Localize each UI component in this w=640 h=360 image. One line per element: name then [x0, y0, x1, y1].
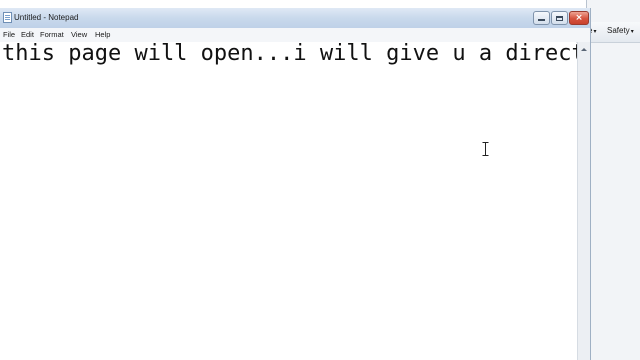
- window-title: Untitled - Notepad: [14, 13, 79, 22]
- ibeam-cursor-icon: [482, 142, 489, 156]
- safety-menu-label: Safety: [607, 26, 630, 35]
- safety-menu[interactable]: Safety▾: [607, 26, 634, 35]
- chevron-down-icon: ▾: [630, 29, 634, 35]
- text-editor-area[interactable]: this page will open...i will give u a di…: [0, 42, 587, 360]
- notepad-icon: [3, 12, 12, 23]
- minimize-button[interactable]: [533, 11, 550, 25]
- title-bar[interactable]: Untitled - Notepad ×: [0, 8, 590, 29]
- menu-file[interactable]: File: [3, 30, 15, 39]
- close-icon: ×: [575, 12, 583, 23]
- background-toolbar: e▾ Safety▾: [587, 22, 640, 43]
- vertical-scrollbar[interactable]: [577, 42, 590, 360]
- notepad-window: Untitled - Notepad × File Edit Format Vi…: [0, 8, 591, 360]
- menu-edit[interactable]: Edit: [21, 30, 34, 39]
- background-window: e▾ Safety▾: [586, 0, 640, 360]
- chevron-down-icon: ▾: [593, 29, 597, 35]
- arrow-up-icon: [581, 47, 587, 51]
- maximize-button[interactable]: [551, 11, 568, 25]
- desktop-screen: e▾ Safety▾ Untitled - Notepad × File Edi…: [0, 0, 640, 360]
- editor-text: this page will open...i will give u a di…: [2, 41, 585, 66]
- minimize-icon: [538, 19, 545, 21]
- close-button[interactable]: ×: [569, 11, 589, 25]
- menu-view[interactable]: View: [71, 30, 87, 39]
- editor-content[interactable]: this page will open...i will give u a di…: [2, 42, 587, 66]
- scroll-up-button[interactable]: [578, 42, 590, 56]
- menu-help[interactable]: Help: [95, 30, 110, 39]
- menu-format[interactable]: Format: [40, 30, 64, 39]
- maximize-icon: [556, 15, 563, 21]
